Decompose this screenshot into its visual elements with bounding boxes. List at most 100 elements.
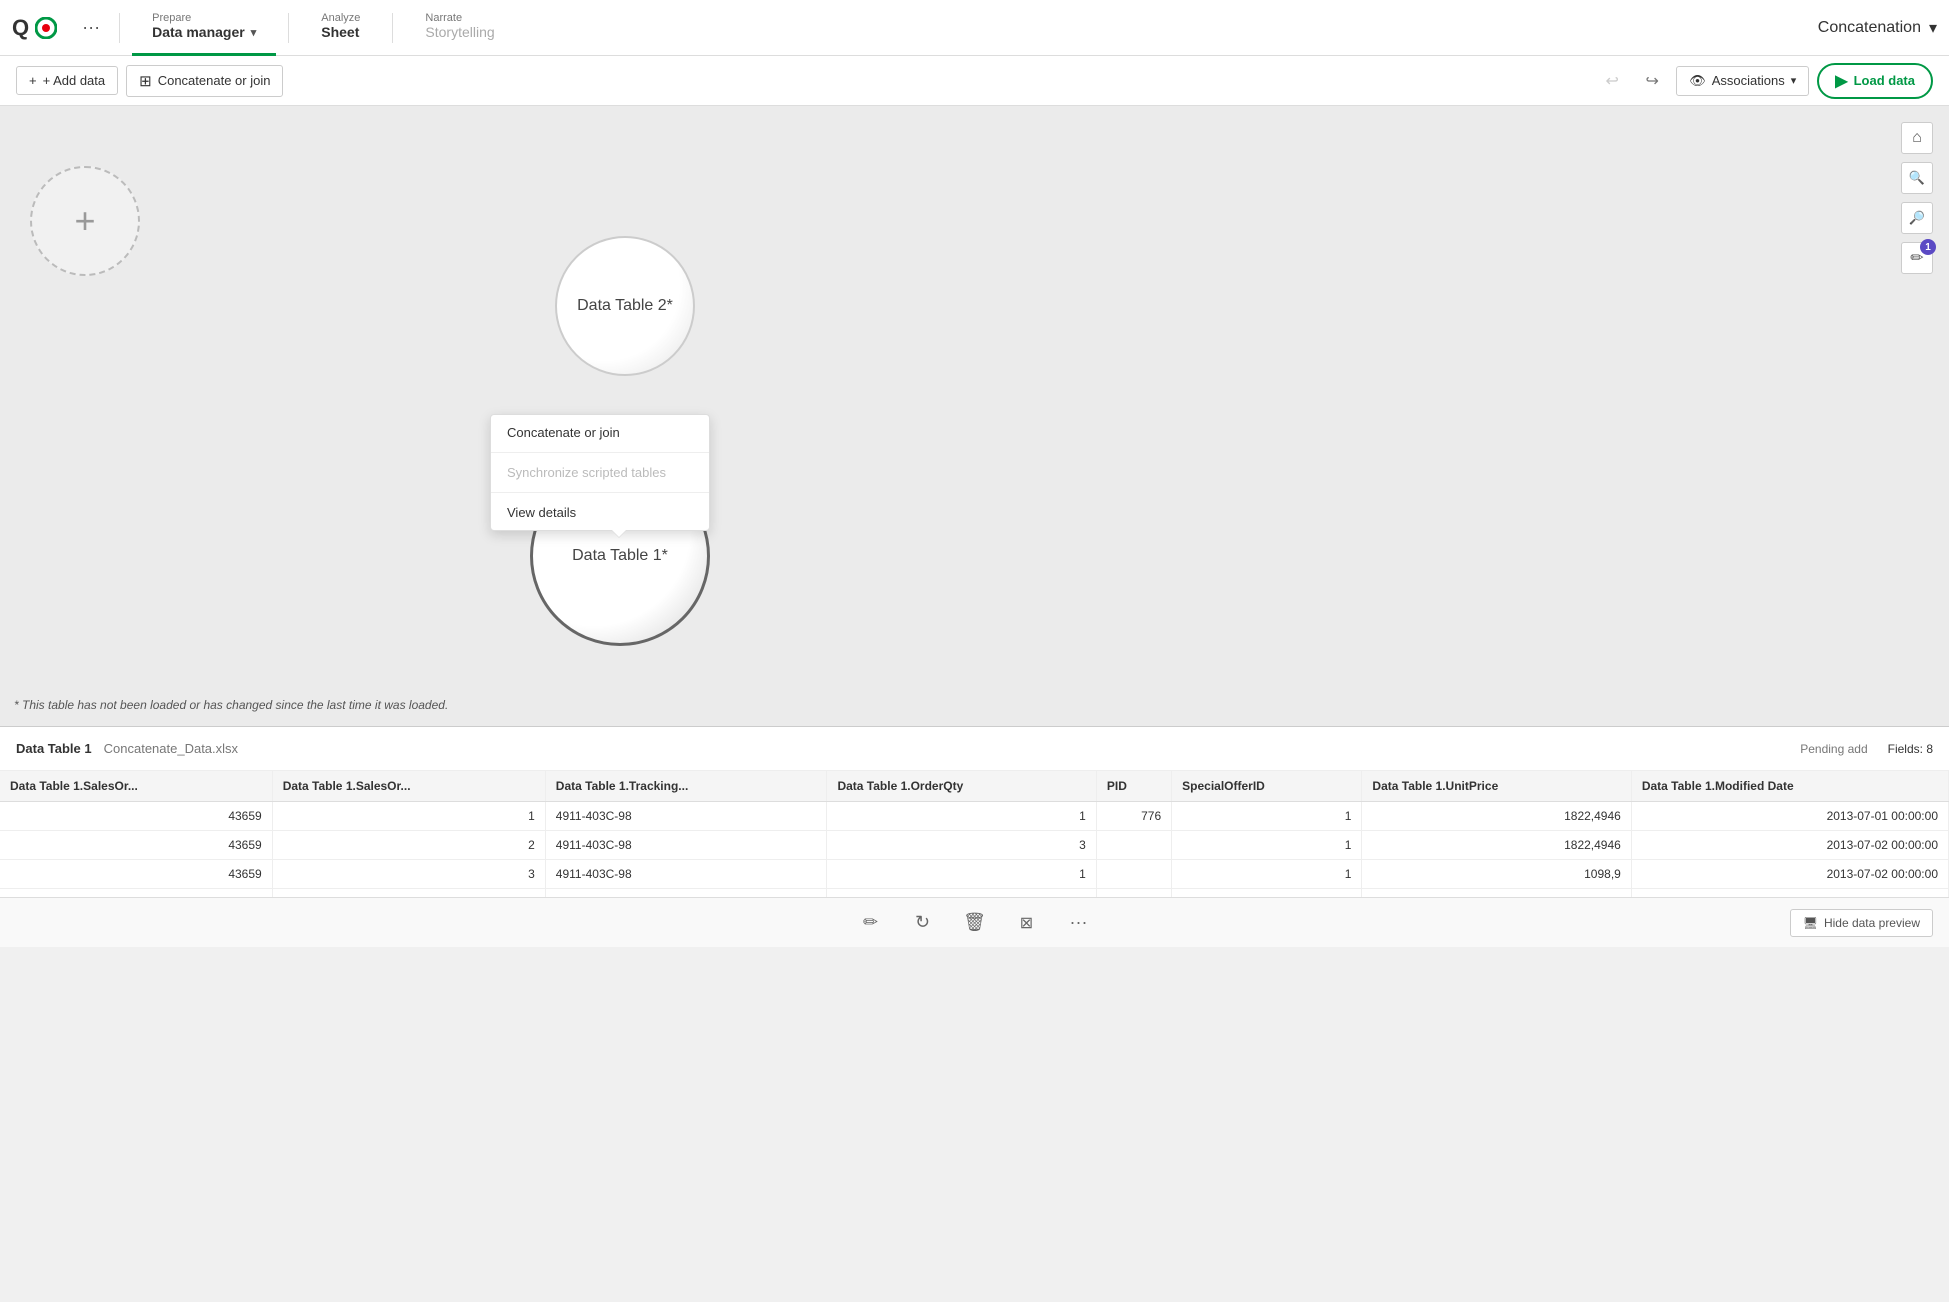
prepare-chevron-icon: ▾ [251,26,257,39]
col-header-3: Data Table 1.OrderQty [827,771,1096,802]
home-button[interactable]: ⌂ [1901,122,1933,154]
context-menu: Concatenate or join Synchronize scripted… [490,414,710,531]
table-cell: 2013-07-02 00:00:00 [1631,860,1948,889]
nav-divider [119,13,120,43]
table-cell: 2013-07-02 00:00:00 [1631,831,1948,860]
preview-header: Data Table 1 Concatenate_Data.xlsx Pendi… [0,727,1949,771]
app-title-chevron-icon: ▾ [1929,18,1937,38]
table-cell: 4911-403C-98 [545,860,827,889]
table-cell: 1822,4946 [1362,831,1631,860]
concatenate-label: Concatenate or join [158,73,271,88]
col-header-2: Data Table 1.Tracking... [545,771,827,802]
refresh-icon: ↻ [915,912,930,933]
filter-icon: ⊠ [1020,913,1033,933]
table-cell: 3 [272,860,545,889]
col-header-1: Data Table 1.SalesOr... [272,771,545,802]
table-cell: 3 [827,831,1096,860]
canvas-note: * This table has not been loaded or has … [14,698,448,712]
load-data-button[interactable]: ▶ Load data [1817,63,1933,99]
zoom-out-icon: 🔍 [1909,210,1925,226]
preview-pending: Pending add [1800,742,1867,756]
add-data-circle-button[interactable]: + [30,166,140,276]
table-cell [1096,860,1171,889]
concatenate-join-button[interactable]: ⊞ Concatenate or join [126,65,283,97]
canvas-area: + Data Table 2* Data Table 1* ⌂ 🔍 🔍 ✏ 1 … [0,106,1949,726]
edit-icon: ✏ [863,912,878,933]
context-menu-arrow-inner [612,530,626,537]
add-data-plus-icon: + [74,200,95,242]
concatenate-icon: ⊞ [139,72,152,90]
table-header-row: Data Table 1.SalesOr... Data Table 1.Sal… [0,771,1949,802]
zoom-out-button[interactable]: 🔍 [1901,202,1933,234]
table-cell: 1 [827,802,1096,831]
context-concatenate-item[interactable]: Concatenate or join [491,415,709,450]
logo-q-icon: Q [12,15,29,41]
delete-icon: 🗑 [963,912,986,933]
table-cell: 1 [1172,802,1362,831]
narrate-mainlabel: Storytelling [425,24,494,40]
hide-preview-label: Hide data preview [1824,916,1920,930]
add-data-label: + Add data [43,73,106,88]
qlik-logo: Q [12,15,57,41]
top-nav: Q ··· Prepare Data manager ▾ Analyze She… [0,0,1949,56]
monitor-icon: 🖥 [1803,916,1818,930]
more-table-options-button[interactable]: ··· [1061,905,1097,941]
col-header-5: SpecialOfferID [1172,771,1362,802]
context-details-item[interactable]: View details [491,495,709,530]
redo-button[interactable]: ↪ [1636,65,1668,97]
table-cell: 4911-403C-98 [545,831,827,860]
data-table-2-label: Data Table 2* [577,297,673,315]
table-row: 4365914911-403C-98177611822,49462013-07-… [0,802,1949,831]
insights-badge: 1 [1920,239,1936,255]
data-preview-panel: Data Table 1 Concatenate_Data.xlsx Pendi… [0,726,1949,947]
app-title: Concatenation [1818,19,1921,37]
table-cell: 43659 [0,860,272,889]
canvas-controls: ⌂ 🔍 🔍 ✏ 1 [1901,122,1933,274]
preview-fields: Fields: 8 [1888,742,1933,756]
nav-narrate[interactable]: Narrate Storytelling [405,0,514,56]
col-header-6: Data Table 1.UnitPrice [1362,771,1631,802]
nav-divider2 [288,13,289,43]
table-row: 4365924911-403C-98311822,49462013-07-02 … [0,831,1949,860]
nav-analyze[interactable]: Analyze Sheet [301,0,380,56]
table-cell: 1 [827,860,1096,889]
table-cell: 1 [272,802,545,831]
insights-button[interactable]: ✏ 1 [1901,242,1933,274]
context-menu-divider2 [491,492,709,493]
table-cell: 1098,9 [1362,860,1631,889]
filter-button[interactable]: ⊠ [1009,905,1045,941]
table-cell: 1822,4946 [1362,802,1631,831]
eye-icon: 👁 [1689,73,1706,89]
narrate-sublabel: Narrate [425,12,462,24]
table-cell: 2 [272,831,545,860]
nav-divider3 [392,13,393,43]
hide-preview-button[interactable]: 🖥 Hide data preview [1790,909,1933,937]
table-cell: 1 [1172,831,1362,860]
refresh-button[interactable]: ↻ [905,905,941,941]
bottom-toolbar: ✏ ↻ 🗑 ⊠ ··· 🖥 Hide data preview [0,897,1949,947]
delete-button[interactable]: 🗑 [957,905,993,941]
associations-button[interactable]: 👁 Associations ▾ [1676,66,1809,96]
associations-label: Associations [1712,73,1785,88]
preview-table-subtitle: Concatenate_Data.xlsx [104,741,238,756]
data-table-2-node[interactable]: Data Table 2* [555,236,695,376]
table-cell: 4911-403C-98 [545,802,827,831]
undo-button[interactable]: ↩ [1596,65,1628,97]
col-header-0: Data Table 1.SalesOr... [0,771,272,802]
qlik-symbol-icon [35,17,57,39]
add-data-button[interactable]: + + Add data [16,66,118,95]
more-options-button[interactable]: ··· [75,12,107,44]
zoom-in-button[interactable]: 🔍 [1901,162,1933,194]
nav-prepare[interactable]: Prepare Data manager ▾ [132,0,276,56]
edit-button[interactable]: ✏ [853,905,889,941]
data-table-1-label: Data Table 1* [572,547,668,565]
table-cell: 43659 [0,802,272,831]
associations-chevron-icon: ▾ [1791,74,1797,87]
main-toolbar: + + Add data ⊞ Concatenate or join ↩ ↪ 👁… [0,56,1949,106]
preview-table-title: Data Table 1 [16,741,92,756]
table-cell: 2013-07-01 00:00:00 [1631,802,1948,831]
analyze-mainlabel: Sheet [321,24,359,40]
add-icon: + [29,73,37,88]
table-cell [1096,831,1171,860]
zoom-in-icon: 🔍 [1909,170,1925,186]
